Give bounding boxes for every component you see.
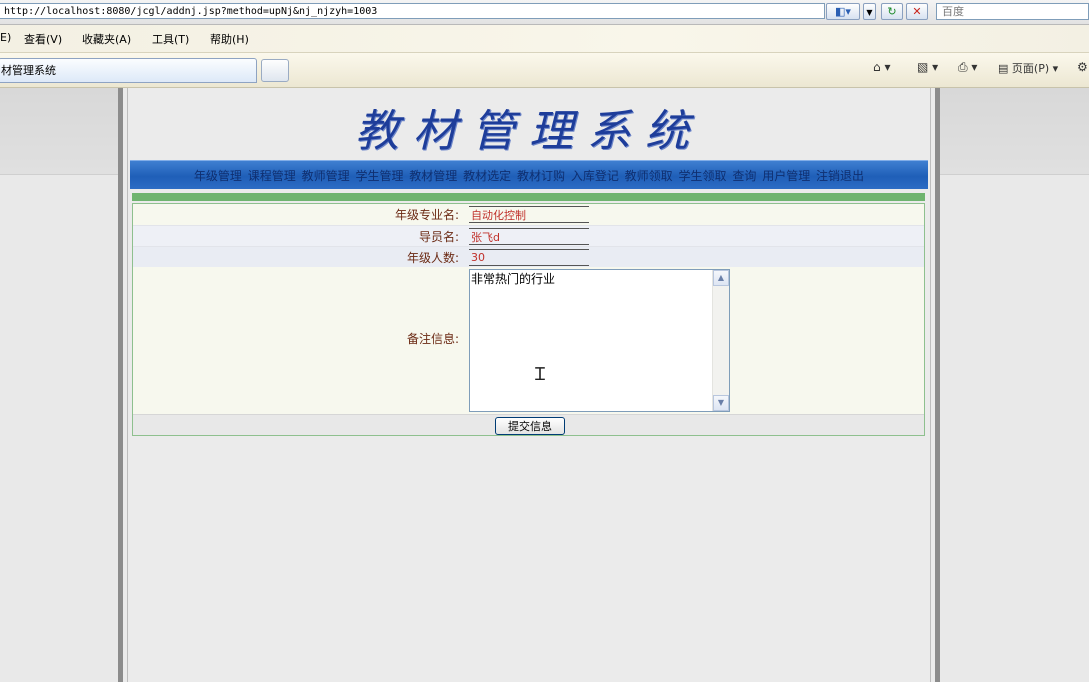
row-advisor: 导员名:: [133, 225, 924, 246]
scroll-up-icon[interactable]: ▲: [713, 270, 729, 286]
nav-logout[interactable]: 注销退出: [816, 169, 864, 183]
home-icon: ⌂: [873, 60, 881, 74]
advisor-input[interactable]: [469, 228, 589, 245]
nav-textbook-select[interactable]: 教材选定: [463, 169, 511, 183]
row-remark: 备注信息: 非常热门的行业 ▲ ▼: [133, 267, 924, 414]
menu-help[interactable]: 帮助(H): [210, 31, 249, 47]
nav-links: 年级管理 课程管理 教师管理 学生管理 教材管理 教材选定 教材订购 入库登记 …: [130, 167, 928, 184]
search-input[interactable]: 百度: [936, 3, 1089, 20]
tab-active[interactable]: 材管理系统: [0, 58, 257, 83]
nav-textbook-order[interactable]: 教材订购: [517, 169, 565, 183]
settings-icon: ⚙: [1077, 60, 1088, 74]
count-label: 年级人数:: [406, 251, 459, 265]
nav-teacher-collect[interactable]: 教师领取: [625, 169, 673, 183]
address-dropdown-button[interactable]: ▼: [863, 3, 876, 20]
page-menu-label: 页面(P): [1011, 62, 1050, 75]
menu-tools[interactable]: 工具(T): [152, 31, 189, 47]
major-label: 年级专业名:: [394, 208, 459, 222]
stop-button[interactable]: ✕: [906, 3, 928, 20]
banner: 教材管理系统: [130, 88, 928, 160]
nav-grade[interactable]: 年级管理: [194, 169, 242, 183]
nav-stock-in[interactable]: 入库登记: [571, 169, 619, 183]
right-gutter: [940, 88, 1089, 175]
text-cursor-icon: Ɪ: [535, 364, 546, 385]
compat-view-button[interactable]: ◧▾: [826, 3, 860, 20]
menu-bar: E) 查看(V) 收藏夹(A) 工具(T) 帮助(H): [0, 25, 1089, 53]
row-count: 年级人数:: [133, 246, 924, 267]
stop-icon: ✕: [912, 5, 922, 18]
major-input[interactable]: [469, 206, 589, 223]
menu-edit[interactable]: E): [0, 31, 11, 44]
scroll-down-icon[interactable]: ▼: [713, 395, 729, 411]
nav-student-collect[interactable]: 学生领取: [679, 169, 727, 183]
menu-view[interactable]: 查看(V): [24, 31, 62, 47]
left-gutter: [0, 88, 118, 175]
menu-favorites[interactable]: 收藏夹(A): [82, 31, 131, 47]
feed-button[interactable]: ▧ ▾: [917, 60, 938, 74]
page-menu-button[interactable]: ▤ 页面(P) ▾: [998, 60, 1058, 76]
address-bar: http://localhost:8080/jcgl/addnj.jsp?met…: [0, 0, 1089, 25]
nav-course[interactable]: 课程管理: [248, 169, 296, 183]
nav-bar: 年级管理 课程管理 教师管理 学生管理 教材管理 教材选定 教材订购 入库登记 …: [130, 160, 928, 189]
remark-label: 备注信息:: [406, 332, 459, 346]
print-icon: ⎙: [958, 60, 968, 74]
submit-button[interactable]: 提交信息: [495, 417, 565, 435]
url-field[interactable]: http://localhost:8080/jcgl/addnj.jsp?met…: [0, 3, 825, 19]
remark-textarea[interactable]: 非常热门的行业: [469, 269, 730, 412]
page-icon: ▤: [998, 62, 1009, 75]
chevron-down-icon: ▼: [866, 8, 873, 17]
settings-button[interactable]: ⚙: [1077, 60, 1088, 74]
count-input[interactable]: [469, 249, 589, 266]
form-header-bar: [132, 193, 925, 201]
refresh-icon: ↻: [887, 5, 897, 18]
refresh-button[interactable]: ↻: [881, 3, 903, 20]
feed-icon: ▧: [917, 60, 929, 74]
row-submit: 提交信息: [133, 414, 924, 435]
page-title: 教材管理系统: [355, 106, 703, 157]
home-button[interactable]: ⌂ ▾: [873, 60, 890, 74]
nav-student[interactable]: 学生管理: [355, 169, 403, 183]
nav-teacher[interactable]: 教师管理: [302, 169, 350, 183]
nav-users[interactable]: 用户管理: [762, 169, 810, 183]
remark-scrollbar[interactable]: ▲ ▼: [712, 270, 729, 411]
print-button[interactable]: ⎙ ▾: [958, 60, 977, 75]
grade-form: 年级专业名: 导员名: 年级人数: 备注信息: 非常热门的行业 ▲ ▼ 提交信息: [132, 203, 925, 436]
compat-view-icon: ◧▾: [835, 5, 851, 18]
nav-textbook[interactable]: 教材管理: [409, 169, 457, 183]
nav-query[interactable]: 查询: [732, 169, 756, 183]
advisor-label: 导员名:: [418, 230, 459, 244]
new-tab-button[interactable]: [261, 59, 289, 82]
row-major: 年级专业名:: [133, 204, 924, 225]
